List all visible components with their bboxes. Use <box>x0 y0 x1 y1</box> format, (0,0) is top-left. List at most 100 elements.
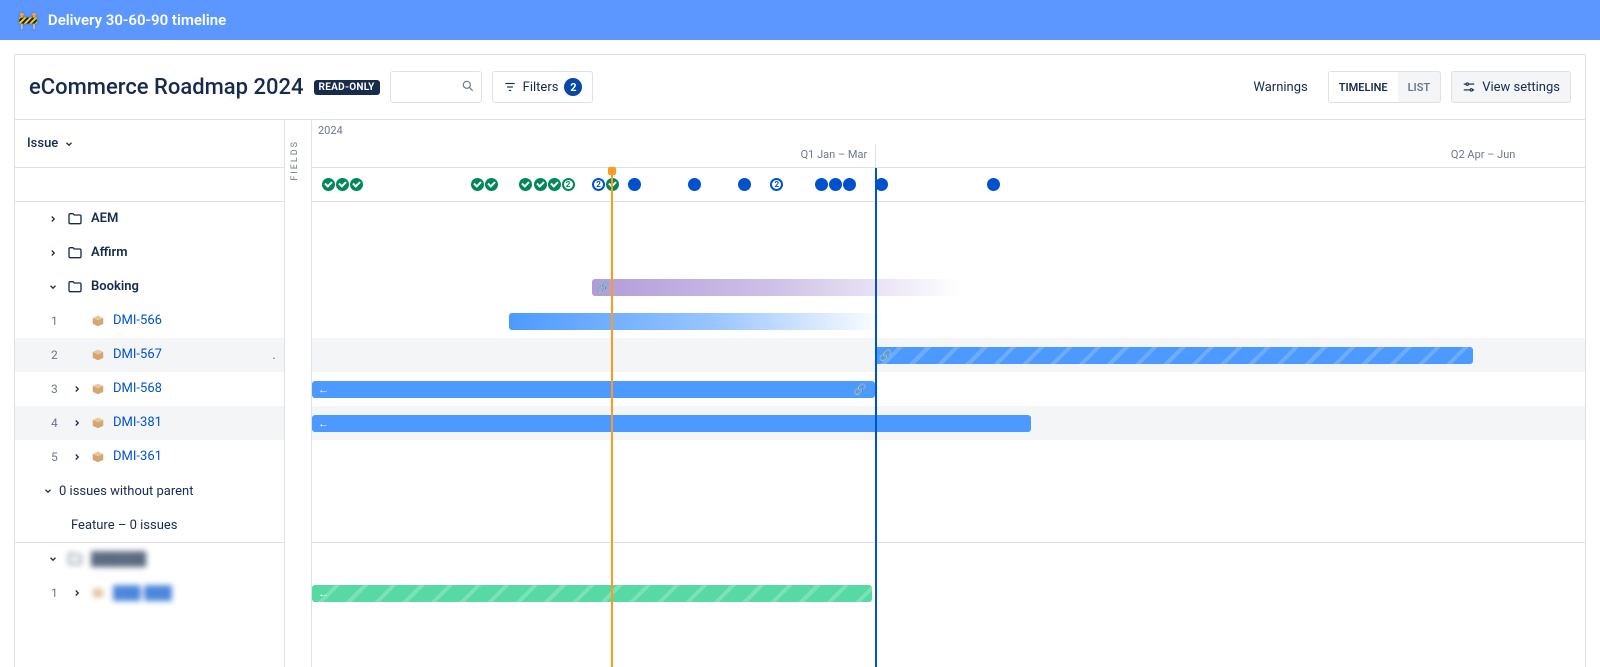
milestone-marker[interactable]: 2 <box>592 178 605 191</box>
continues-left-icon: ← <box>318 587 329 600</box>
timeline-panel[interactable]: 2024 Q1 Jan – Mar Q2 Apr – Jun 2 2 2 🔗 🔗 ←… <box>312 120 1585 667</box>
milestone-marker[interactable] <box>336 178 349 191</box>
box-icon <box>91 586 105 600</box>
milestone-marker[interactable]: 2 <box>562 178 575 191</box>
folder-label: ██████ <box>91 551 146 567</box>
milestone-marker[interactable]: 2 <box>770 178 783 191</box>
banner-title: Delivery 30-60-90 timeline <box>48 11 226 29</box>
chevron-down-icon <box>48 282 58 292</box>
view-list-option[interactable]: LIST <box>1398 72 1441 102</box>
issue-row-redacted[interactable]: 1 ███-███ <box>15 576 284 610</box>
quarter-label-q2: Q2 Apr – Jun <box>1451 148 1515 161</box>
page-title: eCommerce Roadmap 2024 <box>29 75 304 100</box>
issue-row-dmi-361[interactable]: 5 DMI-361 <box>15 440 284 474</box>
folder-affirm[interactable]: Affirm <box>15 236 284 270</box>
fields-label: FIELDS <box>290 140 300 181</box>
timeline-bar[interactable]: 🔗 <box>592 279 961 296</box>
chevron-right-icon <box>72 588 82 598</box>
view-timeline-option[interactable]: TIMELINE <box>1329 72 1398 102</box>
box-icon <box>91 416 105 430</box>
box-icon <box>91 348 105 362</box>
chevron-down-icon <box>48 554 58 564</box>
milestone-marker[interactable] <box>829 178 842 191</box>
milestone-marker[interactable] <box>519 178 532 191</box>
milestone-marker[interactable] <box>350 178 363 191</box>
search-input[interactable] <box>390 71 482 103</box>
milestone-marker[interactable] <box>738 178 751 191</box>
box-icon <box>91 382 105 396</box>
timeline-row <box>312 202 1585 236</box>
quarter-label-q1: Q1 Jan – Mar <box>801 148 868 161</box>
folder-booking[interactable]: Booking <box>15 270 284 304</box>
filters-label: Filters <box>523 80 559 95</box>
timeline-bar[interactable]: ←🔗 <box>312 381 875 398</box>
view-settings-button[interactable]: View settings <box>1451 71 1571 103</box>
issue-row-dmi-566[interactable]: 1 DMI-566 <box>15 304 284 338</box>
banner-icon: 🚧 <box>18 11 38 30</box>
timeline-row <box>312 236 1585 270</box>
unparented-feature-row: Feature – 0 issues <box>15 508 284 542</box>
milestone-marker[interactable] <box>322 178 335 191</box>
quarter-divider <box>875 144 876 167</box>
folder-label: Booking <box>91 279 139 294</box>
timeline-row: ←🔗 <box>312 372 1585 406</box>
continues-left-icon: ← <box>318 383 329 396</box>
readonly-badge: READ-ONLY <box>314 80 380 95</box>
folder-label: Affirm <box>91 245 128 260</box>
folder-icon <box>67 211 83 227</box>
issue-key: DMI-381 <box>113 415 162 430</box>
chevron-down-icon <box>43 486 53 496</box>
milestone-strip: 2 2 2 <box>312 168 1585 202</box>
timeline-row <box>312 304 1585 338</box>
filters-count-badge: 2 <box>564 78 582 96</box>
issue-key: DMI-361 <box>113 449 162 464</box>
dependency-link-icon: 🔗 <box>596 281 610 294</box>
chevron-down-icon <box>64 139 74 149</box>
timeline-bar[interactable]: ← <box>312 415 1031 432</box>
milestone-marker[interactable] <box>815 178 828 191</box>
issue-key: ███-███ <box>113 585 172 601</box>
filters-button[interactable]: Filters 2 <box>492 71 594 103</box>
issue-tree-panel: Issue AEM Affirm Book <box>15 120 285 667</box>
chevron-right-icon <box>72 384 82 394</box>
folder-aem[interactable]: AEM <box>15 202 284 236</box>
box-icon <box>91 450 105 464</box>
timeline-rows: 🔗 🔗 ←🔗 ← ← <box>312 202 1585 610</box>
folder-icon <box>67 279 83 295</box>
fields-strip[interactable]: FIELDS <box>285 120 312 667</box>
timeline-bar[interactable]: 🔗 <box>875 347 1473 364</box>
chevron-right-icon <box>48 248 58 258</box>
issue-row-dmi-568[interactable]: 3 DMI-568 <box>15 372 284 406</box>
milestone-marker[interactable] <box>471 178 484 191</box>
search-input-wrapper <box>390 71 482 103</box>
issue-key: DMI-568 <box>113 381 162 396</box>
unparented-toggle[interactable]: 0 issues without parent <box>15 474 284 508</box>
timeline-bar[interactable] <box>509 313 885 330</box>
release-marker-line <box>875 168 877 667</box>
issue-row-dmi-381[interactable]: 4 DMI-381 <box>15 406 284 440</box>
issue-key: DMI-566 <box>113 313 162 328</box>
row-indicator-icon: . <box>272 348 276 362</box>
toolbar: eCommerce Roadmap 2024 READ-ONLY Filters… <box>15 55 1585 120</box>
timeline-bar[interactable]: ← <box>312 585 872 602</box>
milestone-marker[interactable] <box>485 178 498 191</box>
milestone-marker[interactable] <box>534 178 547 191</box>
warnings-button[interactable]: Warnings <box>1243 71 1317 103</box>
folder-icon <box>67 551 83 567</box>
timeline-row <box>312 440 1585 474</box>
spacer-row <box>15 168 284 202</box>
milestone-marker[interactable] <box>843 178 856 191</box>
folder-redacted[interactable]: ██████ <box>15 542 284 576</box>
milestone-marker[interactable] <box>688 178 701 191</box>
today-marker-line <box>611 168 613 667</box>
timeline-row <box>312 508 1585 542</box>
chevron-right-icon <box>72 452 82 462</box>
timeline-year: 2024 <box>318 124 343 137</box>
milestone-marker[interactable] <box>628 178 641 191</box>
milestone-marker[interactable] <box>987 178 1000 191</box>
issue-column-header[interactable]: Issue <box>15 120 284 168</box>
issue-row-dmi-567[interactable]: 2 DMI-567 . <box>15 338 284 372</box>
milestone-marker[interactable] <box>548 178 561 191</box>
continues-left-icon: ← <box>318 417 329 430</box>
box-icon <box>91 314 105 328</box>
